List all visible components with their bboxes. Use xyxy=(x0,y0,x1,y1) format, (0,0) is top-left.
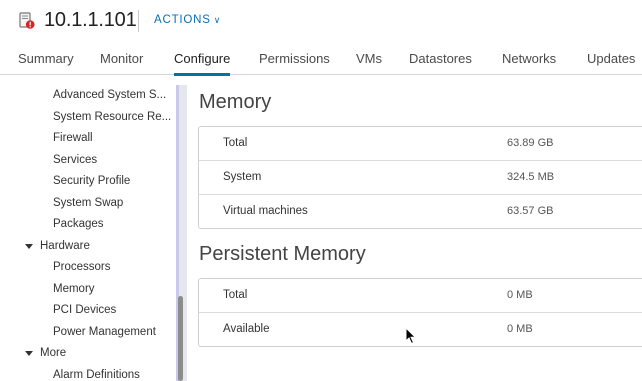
table-row: Available 0 MB xyxy=(199,313,642,346)
row-label: Total xyxy=(223,137,248,149)
tab-monitor[interactable]: Monitor xyxy=(100,51,143,66)
sidebar-item-firewall[interactable]: Firewall xyxy=(53,132,93,144)
sidebar-item-security-profile[interactable]: Security Profile xyxy=(53,175,130,187)
row-value: 324.5 MB xyxy=(507,171,555,183)
tab-datastores[interactable]: Datastores xyxy=(409,51,472,66)
row-value: 0 MB xyxy=(507,289,533,301)
tab-summary[interactable]: Summary xyxy=(18,51,74,66)
sidebar-group-hardware[interactable]: Hardware xyxy=(40,240,90,252)
chevron-down-icon: ∨ xyxy=(213,15,222,25)
row-value: 63.89 GB xyxy=(507,137,554,149)
row-label: System xyxy=(223,171,262,183)
row-value: 63.57 GB xyxy=(507,205,554,217)
tab-bar: Summary Monitor Configure Permissions VM… xyxy=(0,42,642,76)
actions-label: ACTIONS xyxy=(154,14,211,26)
page-title: 10.1.1.101 xyxy=(44,9,137,31)
table-row: System 324.5 MB xyxy=(199,161,642,195)
row-label: Total xyxy=(223,289,248,301)
row-value: 0 MB xyxy=(507,323,533,335)
header-divider xyxy=(138,10,139,32)
sidebar-item-packages[interactable]: Packages xyxy=(53,218,104,230)
sidebar-item-power-management[interactable]: Power Management xyxy=(53,326,156,338)
sidebar-scrollbar-thumb[interactable] xyxy=(178,296,183,381)
configure-sidebar: Advanced System S... System Resource Re.… xyxy=(0,75,176,381)
mouse-pointer-icon xyxy=(405,327,417,345)
tab-networks[interactable]: Networks xyxy=(502,51,556,66)
caret-down-icon[interactable] xyxy=(25,351,33,356)
sidebar-group-more[interactable]: More xyxy=(40,347,66,359)
persistent-memory-section-title: Persistent Memory xyxy=(199,243,366,265)
memory-section-title: Memory xyxy=(199,91,272,113)
tab-permissions[interactable]: Permissions xyxy=(259,51,330,66)
row-label: Available xyxy=(223,323,270,335)
caret-down-icon[interactable] xyxy=(25,244,33,249)
actions-menu-button[interactable]: ACTIONS ∨ xyxy=(154,14,221,26)
persistent-memory-table: Total 0 MB Available 0 MB xyxy=(198,278,642,347)
sidebar-item-memory[interactable]: Memory xyxy=(53,283,95,295)
sidebar-item-advanced-system-settings[interactable]: Advanced System S... xyxy=(53,89,166,101)
sidebar-item-system-swap[interactable]: System Swap xyxy=(53,197,123,209)
sidebar-item-services[interactable]: Services xyxy=(53,154,97,166)
memory-table: Total 63.89 GB System 324.5 MB Virtual m… xyxy=(198,126,642,229)
sidebar-item-processors[interactable]: Processors xyxy=(53,261,111,273)
tab-configure[interactable]: Configure xyxy=(174,51,231,76)
table-row: Total 63.89 GB xyxy=(199,127,642,161)
sidebar-item-system-resource-reservation[interactable]: System Resource Re... xyxy=(53,111,171,123)
sidebar-item-pci-devices[interactable]: PCI Devices xyxy=(53,304,116,316)
object-header: 10.1.1.101 ACTIONS ∨ xyxy=(0,0,642,42)
table-row: Total 0 MB xyxy=(199,279,642,313)
tab-vms[interactable]: VMs xyxy=(356,51,382,66)
host-alert-icon xyxy=(19,12,35,29)
row-label: Virtual machines xyxy=(223,205,308,217)
sidebar-item-alarm-definitions[interactable]: Alarm Definitions xyxy=(53,369,140,381)
tab-updates[interactable]: Updates xyxy=(587,51,635,66)
table-row: Virtual machines 63.57 GB xyxy=(199,195,642,228)
